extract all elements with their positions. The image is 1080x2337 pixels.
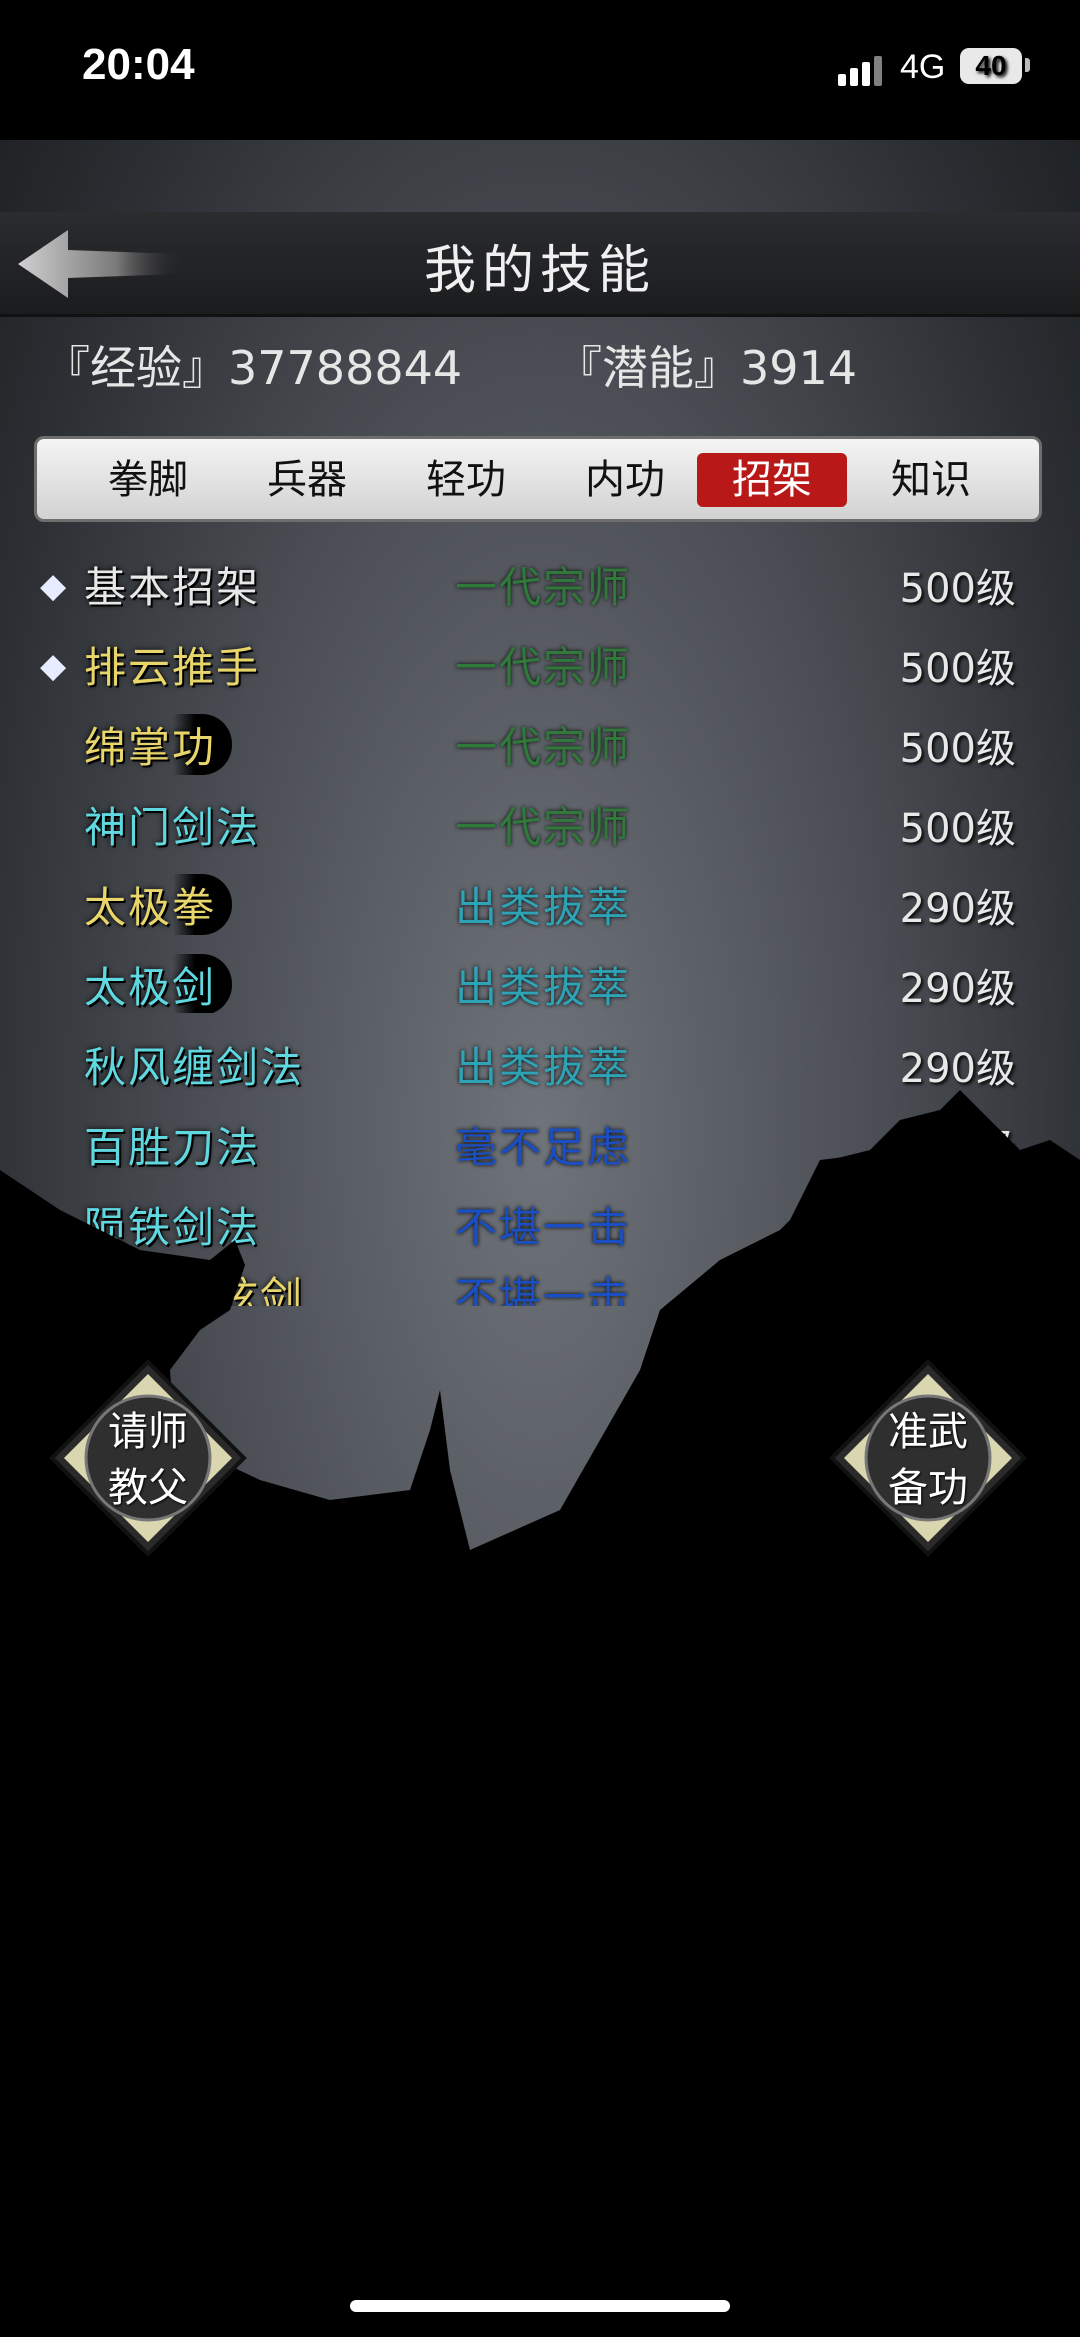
skill-row[interactable]: 神门剑法 一代宗师 500级 [0,788,1080,868]
prepare-martial-label-1: 准武 [888,1409,968,1455]
header-bar: 我的技能 [0,212,1080,317]
tab-neigong[interactable]: 内功 [550,453,700,507]
game-screen: 我的技能 『经验』37788844 『潜能』3914 拳脚 兵器 轻功 内功 招… [0,140,1080,2337]
skill-level: 290级 [899,886,1016,932]
battery-level: 40 [975,50,1007,81]
status-time: 20:04 [82,40,195,89]
skill-rank: 一代宗师 [455,723,632,772]
prepare-martial-label-2: 备功 [888,1465,968,1511]
prepare-martial-button[interactable]: 准武 备功 [828,1358,1028,1558]
skill-name: 基本招架 [84,563,261,612]
experience-stat: 『经验』37788844 [44,341,463,395]
ask-master-button[interactable]: 请师 教父 [48,1358,248,1558]
tab-bingqi[interactable]: 兵器 [232,453,382,507]
diamond-bullet-icon: ◆ [40,646,67,686]
skill-level: 500级 [899,566,1016,612]
skill-row[interactable]: 绵掌功 一代宗师 500级 [0,708,1080,788]
skill-row[interactable]: 太极剑 出类拔萃 290级 [0,948,1080,1013]
diamond-frame-icon [829,1359,1027,1557]
skill-row[interactable]: ◆ 基本招架 一代宗师 500级 [0,548,1080,628]
skill-name: 太极剑 [84,954,233,1013]
ask-master-label-2: 教父 [108,1465,188,1511]
battery-tip [1025,58,1030,72]
skill-name: 绵掌功 [84,714,233,775]
tab-zhaojia[interactable]: 招架 [697,453,847,507]
page-title: 我的技能 [423,241,656,301]
potential-stat: 『潜能』3914 [556,341,858,395]
status-bar: 20:04 4G 40 [0,0,1080,140]
skill-level: 500级 [899,726,1016,772]
category-tabs: 拳脚 兵器 轻功 内功 招架 知识 [34,436,1042,522]
battery-icon: 40 [960,48,1022,84]
skill-rank: 一代宗师 [455,563,632,612]
skill-level: 290级 [899,966,1016,1012]
skill-row[interactable]: 太极拳 出类拔萃 290级 [0,868,1080,948]
skill-rank: 出类拔萃 [455,963,632,1012]
tab-qinggong[interactable]: 轻功 [391,453,541,507]
tab-quanjiao[interactable]: 拳脚 [73,453,223,507]
diamond-frame-icon [49,1359,247,1557]
skill-level: 500级 [899,806,1016,852]
skill-level: 500级 [899,646,1016,692]
skill-name: 神门剑法 [84,803,261,852]
signal-icon [838,52,888,86]
network-type: 4G [900,48,946,86]
skill-name: 太极拳 [84,874,233,935]
scenery-silhouette [0,1090,1080,2337]
home-indicator[interactable] [350,2300,730,2312]
ask-master-label-1: 请师 [108,1409,188,1455]
skill-rank: 一代宗师 [455,643,632,692]
skill-list[interactable]: ◆ 基本招架 一代宗师 500级 ◆ 排云推手 一代宗师 500级 绵掌功 一代… [0,548,1080,1013]
diamond-bullet-icon: ◆ [40,566,67,606]
skill-row[interactable]: ◆ 排云推手 一代宗师 500级 [0,628,1080,708]
skill-name: 排云推手 [84,643,261,692]
skill-rank: 一代宗师 [455,803,632,852]
tab-zhishi[interactable]: 知识 [856,453,1006,507]
skill-rank: 出类拔萃 [455,883,632,932]
